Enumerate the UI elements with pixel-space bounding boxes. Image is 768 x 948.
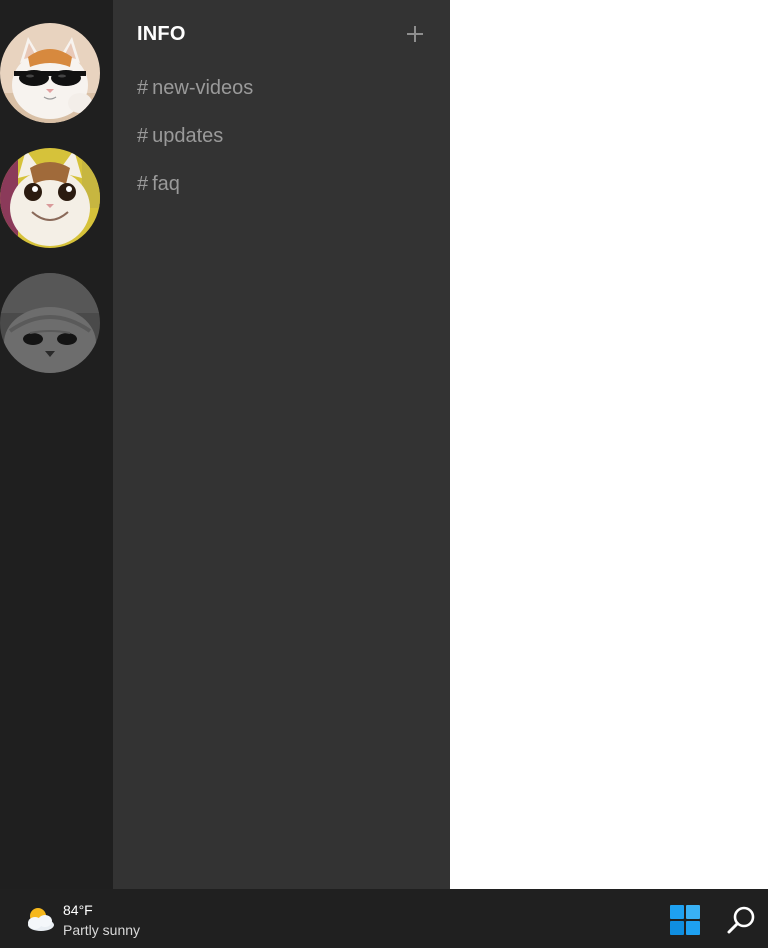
server-rail xyxy=(0,0,113,889)
taskbar: 84°F Partly sunny xyxy=(0,889,768,948)
server-icon-smiling-cat[interactable] xyxy=(0,148,100,248)
partly-sunny-icon xyxy=(28,908,54,931)
hash-icon: # xyxy=(137,173,149,195)
channel-name: new-videos xyxy=(152,77,254,99)
main-content-area xyxy=(450,0,768,889)
channel-name: faq xyxy=(152,173,180,195)
app-window: INFO # new-videos # updates # faq xyxy=(0,0,768,889)
server-icon-cool-cat[interactable] xyxy=(0,23,100,123)
channel-name: updates xyxy=(152,125,224,147)
hash-icon: # xyxy=(137,77,149,99)
channel-list: # new-videos # updates # faq xyxy=(137,76,253,220)
channel-header: INFO xyxy=(137,22,427,46)
channel-updates[interactable]: # updates xyxy=(137,124,253,148)
channel-new-videos[interactable]: # new-videos xyxy=(137,76,253,100)
cat-grey-avatar xyxy=(0,273,100,373)
server-icon-grey-cat[interactable] xyxy=(0,273,100,373)
start-button[interactable] xyxy=(668,903,702,937)
category-title: INFO xyxy=(137,23,186,45)
channel-faq[interactable]: # faq xyxy=(137,172,253,196)
add-channel-button[interactable] xyxy=(403,22,427,46)
cat-smiling-avatar xyxy=(0,148,100,248)
search-icon xyxy=(727,906,755,934)
weather-condition: Partly sunny xyxy=(63,922,141,938)
channel-panel: INFO # new-videos # updates # faq xyxy=(113,0,450,889)
windows-logo-icon xyxy=(670,905,700,935)
cat-sunglasses-avatar xyxy=(0,23,100,123)
hash-icon: # xyxy=(137,125,149,147)
search-button[interactable] xyxy=(724,903,758,937)
plus-icon xyxy=(407,26,423,42)
weather-temperature: 84°F xyxy=(63,902,93,918)
